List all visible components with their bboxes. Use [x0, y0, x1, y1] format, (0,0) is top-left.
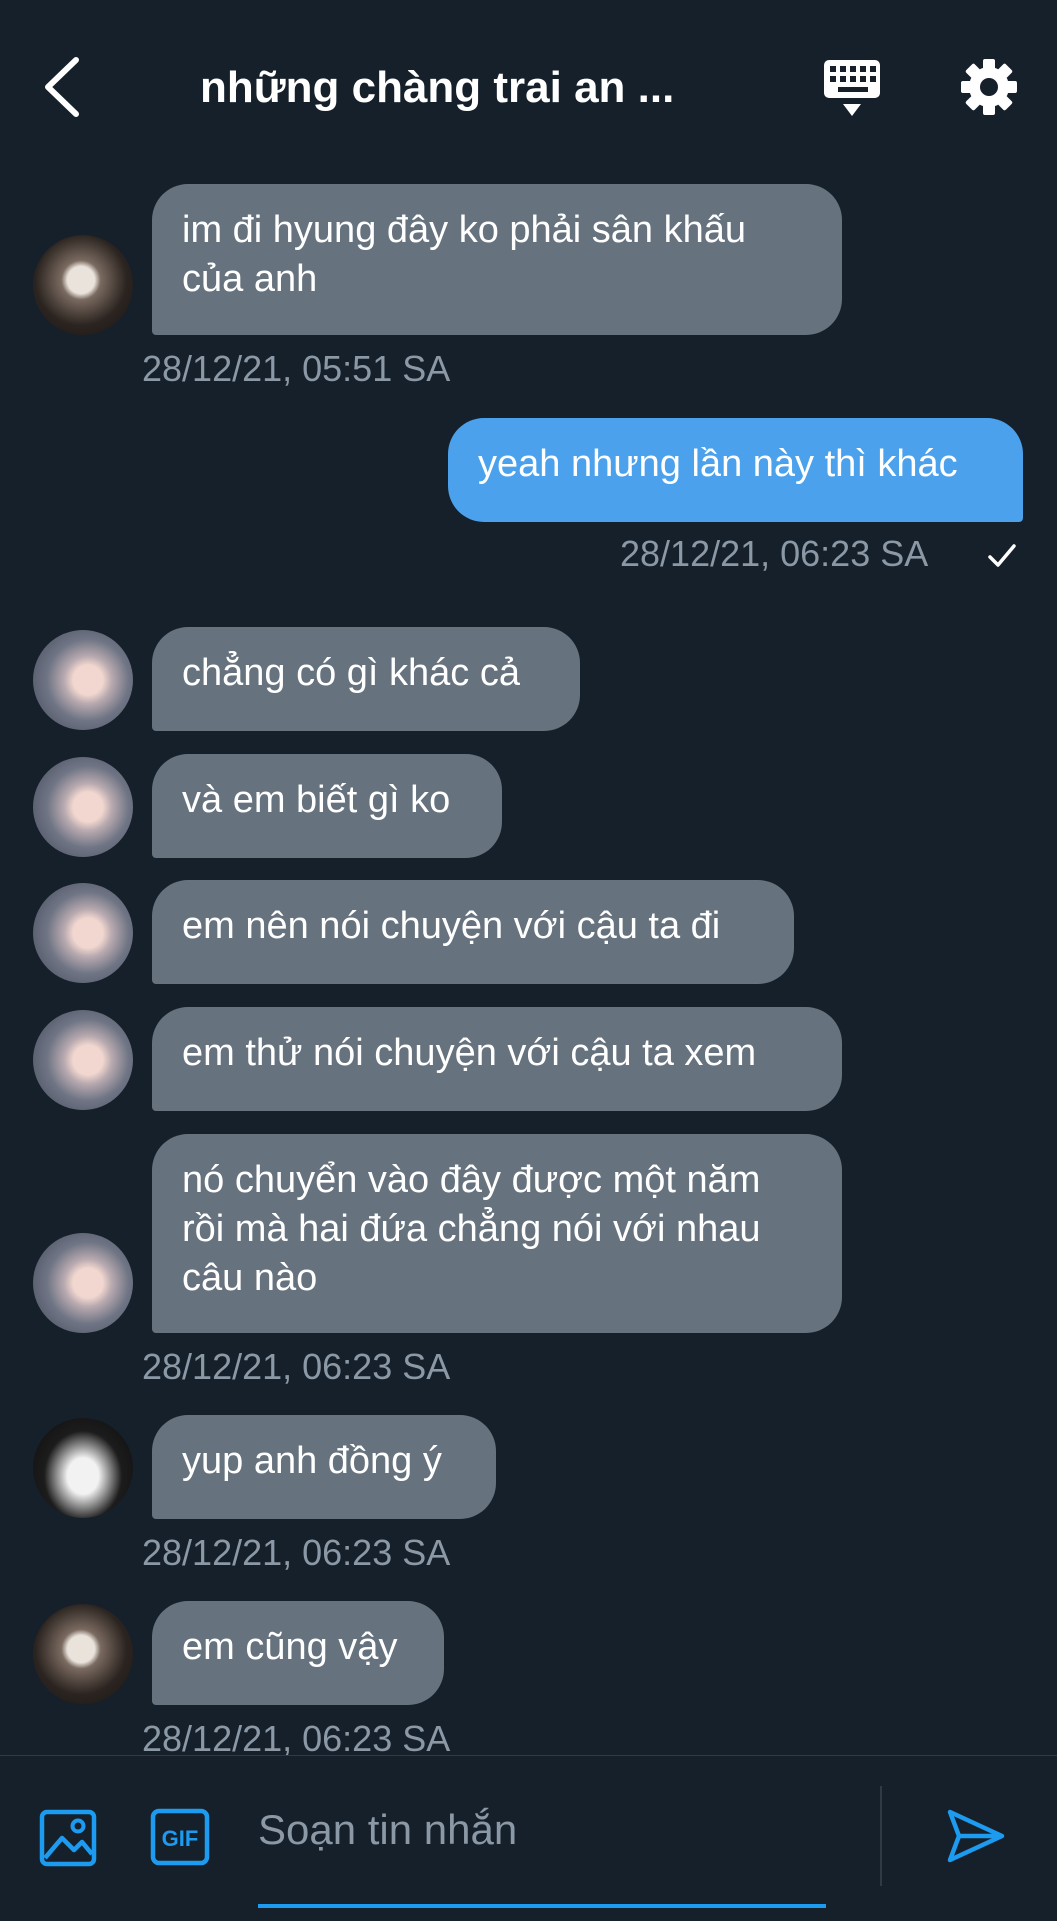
message-bubble-incoming[interactable]: và em biết gì ko [152, 754, 502, 858]
chat-header: những chàng trai an ... [0, 0, 1057, 170]
gear-icon [961, 59, 1017, 115]
message-timestamp: 28/12/21, 06:23 SA [142, 1346, 451, 1387]
composer-bar: GIF [0, 1755, 1057, 1921]
message-bubble-incoming[interactable]: em cũng vậy [152, 1601, 444, 1705]
avatar[interactable] [33, 1233, 133, 1333]
conversation-title[interactable]: những chàng trai an ... [200, 58, 720, 118]
gif-icon: GIF [150, 1808, 210, 1866]
send-button[interactable] [946, 1806, 1006, 1866]
avatar[interactable] [33, 883, 133, 983]
keyboard-icon [824, 60, 880, 116]
sent-check-icon [986, 540, 1018, 572]
message-bubble-incoming[interactable]: nó chuyển vào đây được một năm rồi mà ha… [152, 1134, 842, 1333]
avatar[interactable] [33, 1418, 133, 1518]
message-timestamp: 28/12/21, 05:51 SA [142, 348, 451, 389]
message-bubble-incoming[interactable]: em thử nói chuyện với cậu ta xem [152, 1007, 842, 1111]
avatar[interactable] [33, 1604, 133, 1704]
message-bubble-incoming[interactable]: yup anh đồng ý [152, 1415, 496, 1519]
avatar[interactable] [33, 630, 133, 730]
message-bubble-incoming[interactable]: em nên nói chuyện với cậu ta đi [152, 880, 794, 984]
add-image-button[interactable] [38, 1808, 98, 1868]
chevron-left-icon [45, 57, 79, 117]
message-bubble-outgoing[interactable]: yeah nhưng lần này thì khác [448, 418, 1023, 522]
input-underline [258, 1904, 826, 1908]
settings-button[interactable] [958, 56, 1020, 118]
message-input[interactable] [258, 1800, 828, 1860]
message-bubble-incoming[interactable]: im đi hyung đây ko phải sân khấu của anh [152, 184, 842, 335]
message-timestamp: 28/12/21, 06:23 SA [142, 1718, 451, 1759]
gif-label: GIF [162, 1826, 199, 1851]
back-button[interactable] [38, 52, 88, 122]
avatar[interactable] [33, 235, 133, 335]
avatar[interactable] [33, 1010, 133, 1110]
add-gif-button[interactable]: GIF [150, 1808, 210, 1866]
message-timestamp: 28/12/21, 06:23 SA [142, 1532, 451, 1573]
message-timestamp: 28/12/21, 06:23 SA [620, 533, 929, 574]
message-bubble-incoming[interactable]: chẳng có gì khác cả [152, 627, 580, 731]
image-icon [39, 1809, 97, 1867]
avatar[interactable] [33, 757, 133, 857]
send-icon [947, 1809, 1005, 1863]
keyboard-toggle-button[interactable] [822, 58, 888, 122]
divider [880, 1786, 882, 1886]
